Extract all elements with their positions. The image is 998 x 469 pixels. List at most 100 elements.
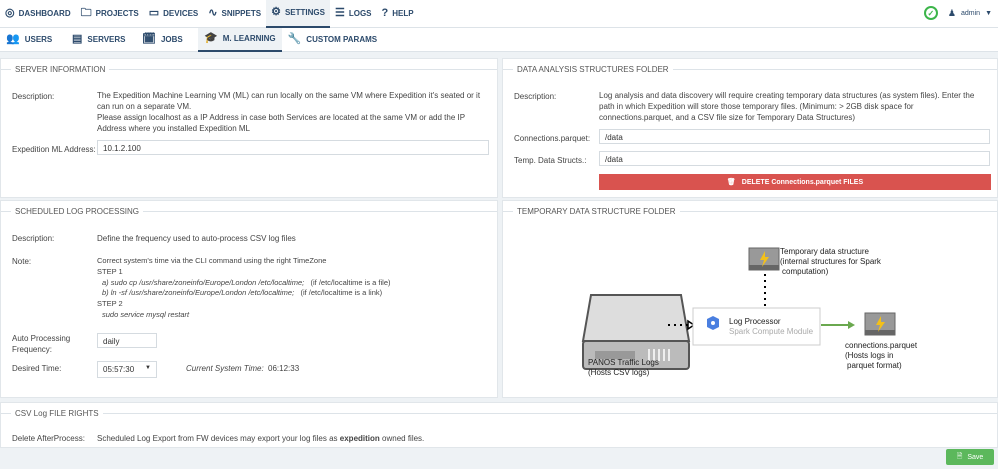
description-label: Description: (12, 234, 55, 243)
panos-label: PANOS Traffic Logs (588, 358, 659, 367)
command-a-note: (if /etc/localtime is a file) (310, 277, 391, 287)
connections-parquet-label: Connections.parquet: (514, 134, 591, 143)
note-text: Correct system's time via the CLI comman… (97, 256, 391, 321)
nav-help[interactable]: ? HELP (377, 0, 419, 28)
tab-jobs[interactable]: 🗓 JOBS (136, 28, 198, 52)
note-line: Correct system's time via the CLI comman… (97, 256, 327, 265)
panel-title-text: SCHEDULED LOG PROCESSING (15, 206, 140, 216)
nav-label: SETTINGS (284, 8, 325, 17)
panel-title-text: CSV Log FILE RIGHTS (15, 408, 99, 418)
laptop-icon: ▭ (148, 7, 160, 19)
wrench-icon: 🔧 (287, 33, 302, 45)
tab-label: JOBS (160, 35, 183, 44)
tab-servers[interactable]: ▤ SERVERS (66, 28, 136, 52)
description-text: The Expedition Machine Learning VM (ML) … (97, 91, 481, 111)
sub-nav: 👥 USERS ▤ SERVERS 🗓 JOBS 🎓 M. LEARNING 🔧 CUST… (0, 27, 998, 52)
nav-settings[interactable]: ⚙ SETTINGS (266, 0, 330, 28)
rss-icon: ∿ (208, 7, 218, 19)
text-part: owned files. (379, 434, 425, 443)
data-analysis-folder-panel: DATA ANALYSIS STRUCTURES FOLDER Descript… (502, 58, 998, 198)
tab-users[interactable]: 👥 USERS (0, 28, 60, 52)
tab-m-learning[interactable]: 🎓 M. LEARNING (198, 27, 282, 52)
ml-address-label: Expedition ML Address: (12, 145, 96, 154)
current-time-value: 06:12:33 (268, 364, 300, 373)
parquet-label: connections.parquet (845, 341, 918, 350)
step-2: STEP 2 (97, 299, 123, 309)
users-icon: 👥 (6, 33, 20, 45)
tab-label: SERVERS (87, 35, 126, 44)
folder-icon: 🗀 (80, 7, 92, 19)
nav-label: LOGS (348, 9, 372, 18)
processor-label: Log Processor (729, 317, 781, 326)
current-time-label: Current System Time: (186, 364, 264, 373)
csv-file-rights-panel: CSV Log FILE RIGHTS Delete AfterProcess:… (0, 402, 998, 448)
delete-label: DELETE Connections.parquet FILES (741, 178, 864, 186)
top-nav: ◎ DASHBOARD 🗀 PROJECTS ▭ DEVICES ∿ SNIPPETS … (0, 0, 998, 28)
nav-snippets[interactable]: ∿ SNIPPETS (203, 0, 266, 28)
tab-label: CUSTOM PARAMS (306, 35, 378, 44)
nav-label: PROJECTS (95, 9, 139, 18)
step-1: STEP 1 (97, 266, 123, 276)
parquet-desc: (Hosts logs in (845, 351, 894, 360)
panel-title: SCHEDULED LOG PROCESSING (1, 206, 497, 216)
note-label: Note: (12, 257, 32, 266)
panel-title: SERVER INFORMATION (1, 64, 497, 74)
user-menu[interactable]: ♟ admin ▼ (948, 8, 992, 19)
nav-logs[interactable]: ☰ LOGS (330, 0, 377, 28)
description-label: Description: (12, 92, 55, 101)
parquet-desc-2: parquet format) (847, 361, 902, 370)
compass-icon: ◎ (5, 7, 15, 19)
command-restart: sudo service mysql restart (102, 309, 190, 319)
command-a: a) sudo cp /usr/share/zoneinfo/Europe/Lo… (102, 277, 305, 287)
status-check-icon[interactable]: ✓ (923, 6, 938, 20)
storage-icon-temp (748, 247, 780, 271)
text-bold: expedition (339, 434, 380, 443)
delete-after-process-label: Delete AfterProcess: (12, 434, 85, 443)
tab-label: M. LEARNING (222, 34, 276, 43)
save-icon: 🗎 (956, 452, 963, 460)
server-information-panel: SERVER INFORMATION Description: The Expe… (0, 58, 498, 198)
save-label: Save (967, 453, 984, 461)
panos-desc: (Hosts CSV logs) (588, 368, 650, 377)
user-icon: ♟ (947, 7, 956, 18)
description-label: Description: (514, 92, 557, 101)
gear-icon: ⚙ (271, 6, 281, 18)
data-flow-diagram (581, 247, 896, 370)
temporary-data-structure-panel: TEMPORARY DATA STRUCTURE FOLDER Temporar… (502, 200, 998, 398)
desired-time-label: Desired Time: (12, 364, 62, 373)
connections-parquet-input[interactable]: /data (599, 129, 990, 144)
scheduled-log-processing-panel: SCHEDULED LOG PROCESSING Description: De… (0, 200, 498, 398)
panel-title: CSV Log FILE RIGHTS (1, 408, 997, 418)
description-text: Log analysis and data discovery will req… (599, 91, 975, 122)
temp-data-structs-label: Temp. Data Structs.: (514, 156, 587, 165)
calendar-icon: 🗓 (142, 33, 156, 45)
servers-icon: ▤ (72, 33, 83, 45)
description-text-2: Please assign localhost as a IP Address … (97, 113, 465, 133)
frequency-input[interactable]: daily (97, 333, 157, 348)
desired-time-select[interactable]: 05:57:30 ▼ (97, 361, 157, 378)
user-name: admin (960, 9, 981, 17)
nav-devices[interactable]: ▭ DEVICES (144, 0, 204, 28)
temp-ds-desc-2: computation) (782, 267, 829, 276)
save-button[interactable]: 🗎 Save (946, 449, 994, 465)
nav-label: SNIPPETS (221, 9, 262, 18)
tab-custom-params[interactable]: 🔧 CUSTOM PARAMS (282, 28, 384, 52)
nav-label: DASHBOARD (18, 9, 71, 18)
question-icon: ? (381, 7, 389, 19)
graduation-cap-icon: 🎓 (204, 32, 218, 44)
caret-down-icon: ▼ (985, 9, 992, 17)
panel-title-text: DATA ANALYSIS STRUCTURES FOLDER (517, 64, 669, 74)
description-text: Define the frequency used to auto-proces… (97, 234, 296, 243)
nav-label: HELP (392, 9, 414, 18)
nav-projects[interactable]: 🗀 PROJECTS (76, 0, 144, 28)
delete-parquet-button[interactable]: 🗑 DELETE Connections.parquet FILES (599, 174, 991, 190)
temp-ds-desc: (internal structures for Spark (780, 257, 881, 266)
ml-address-input[interactable]: 10.1.2.100 (97, 140, 489, 155)
tab-label: USERS (24, 35, 53, 44)
command-b-note: (if /etc/localtime is a link) (300, 288, 383, 298)
frequency-label: Auto Processing Frequency: (12, 334, 71, 354)
nav-dashboard[interactable]: ◎ DASHBOARD (0, 0, 76, 28)
command-b: b) ln -sf /usr/share/zoneinfo/Europe/Lon… (102, 288, 295, 298)
temp-ds-label: Temporary data structure (780, 247, 869, 256)
temp-data-structs-input[interactable]: /data (599, 151, 990, 166)
